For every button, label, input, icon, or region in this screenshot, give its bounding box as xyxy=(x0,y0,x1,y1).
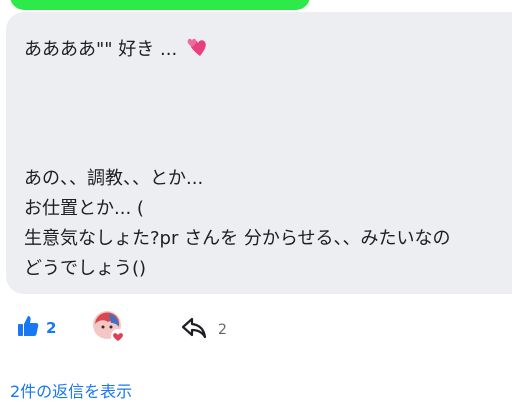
reactor-avatar[interactable] xyxy=(92,310,126,344)
share-count: 2 xyxy=(218,322,227,338)
comment-line-1: ああああ"" 好き ... xyxy=(24,36,209,64)
comment-line-4: 生意気なしょた?pr さんを 分からせる、、みたいなの xyxy=(24,228,451,249)
like-button[interactable]: 2 xyxy=(16,314,56,342)
comment-line-5: どうでしょう() xyxy=(24,258,147,279)
share-arrow-icon xyxy=(180,316,208,344)
thumbs-up-icon xyxy=(16,314,40,342)
comment-text-line-1: ああああ"" 好き ... xyxy=(24,39,178,60)
like-count: 2 xyxy=(46,319,57,337)
view-replies-link[interactable]: 2件の返信を表示 xyxy=(10,378,132,402)
comment-line-3: お仕置とか... ( xyxy=(24,198,144,219)
comment-line-2: あの、、調教、、とか... xyxy=(24,168,204,189)
comment-actions-bar: 2 2 xyxy=(0,308,512,352)
top-highlight-mark xyxy=(10,0,310,10)
two-hearts-icon xyxy=(185,36,209,64)
share-button[interactable]: 2 xyxy=(180,316,227,344)
